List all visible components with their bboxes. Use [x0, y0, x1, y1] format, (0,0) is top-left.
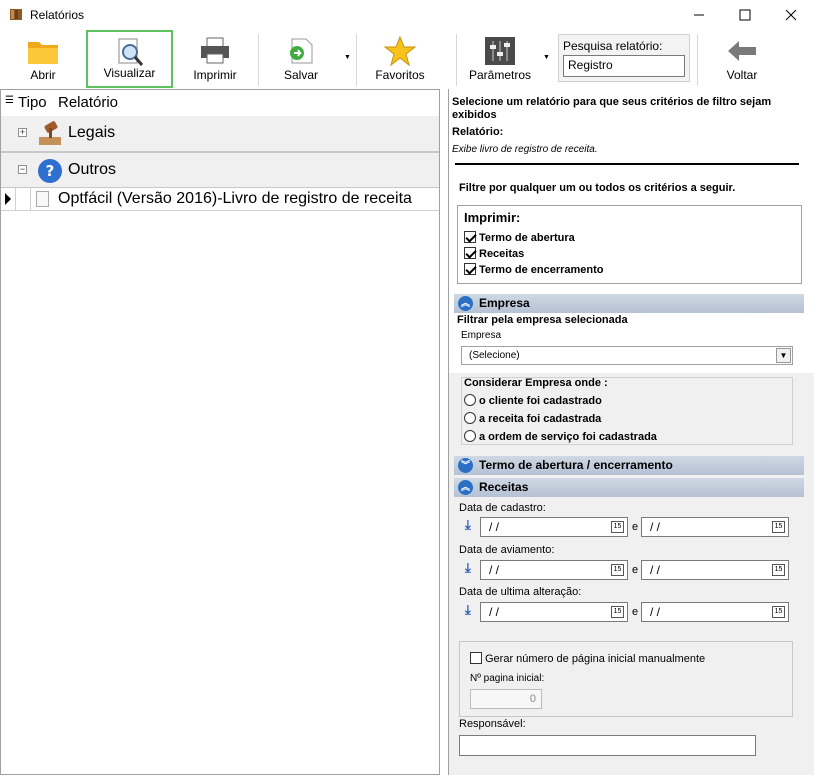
criteria-panel: Selecione um relatório para que seus cri…	[448, 89, 814, 775]
radio-receita[interactable]: a receita foi cadastrada	[464, 412, 601, 425]
responsavel-input[interactable]	[459, 735, 756, 756]
checkbox-termo-encerramento[interactable]: Termo de encerramento	[464, 263, 604, 276]
empresa-select[interactable]: (Selecione) ▼	[461, 346, 793, 365]
down-arrow-icon[interactable]: ⤓	[465, 560, 479, 576]
search-box: Pesquisa relatório: Registro	[558, 34, 690, 82]
params-button[interactable]: Parâmetros	[460, 30, 540, 88]
chevron-down-icon: ▼	[776, 348, 791, 363]
collapse-chevron-icon: ︽	[458, 480, 473, 495]
section-empresa[interactable]: ︽ Empresa	[454, 294, 804, 313]
date-alteracao-from[interactable]: / /15	[480, 602, 628, 622]
gen-page-checkbox[interactable]: Gerar número de página inicial manualmen…	[470, 652, 705, 665]
report-info: Selecione um relatório para que seus cri…	[449, 89, 814, 173]
close-icon	[785, 9, 797, 21]
row-pointer-icon	[5, 193, 11, 205]
document-icon	[36, 191, 49, 207]
date-alteracao-to[interactable]: / /15	[641, 602, 789, 622]
print-options: Imprimir: Termo de abertura Receitas Ter…	[457, 205, 802, 284]
tree-header: ☰ Tipo Relatório	[1, 90, 439, 116]
expand-icon[interactable]: +	[18, 128, 27, 137]
folder-icon	[28, 42, 58, 64]
down-arrow-icon[interactable]: ⤓	[465, 517, 479, 533]
col-tipo[interactable]: Tipo	[18, 94, 47, 111]
favorites-button[interactable]: Favoritos	[360, 30, 440, 88]
calendar-icon: 15	[611, 521, 624, 533]
table-row[interactable]: Optfácil (Versão 2016)-Livro de registro…	[1, 187, 439, 211]
title-bar: Relatórios	[0, 0, 814, 30]
date-cadastro-from[interactable]: / /15	[480, 517, 628, 537]
calendar-icon: 15	[772, 564, 785, 576]
close-button[interactable]	[768, 0, 814, 30]
maximize-button[interactable]	[722, 0, 768, 30]
date-cadastro-to[interactable]: / /15	[641, 517, 789, 537]
calendar-icon: 15	[772, 521, 785, 533]
params-dropdown-icon[interactable]: ▼	[543, 54, 550, 61]
save-dropdown-icon[interactable]: ▼	[344, 54, 351, 61]
open-button[interactable]: Abrir	[2, 30, 84, 88]
save-page-icon	[290, 38, 313, 64]
radio-ordem[interactable]: a ordem de serviço foi cadastrada	[464, 430, 657, 443]
section-termo[interactable]: ︾ Termo de abertura / encerramento	[454, 456, 804, 475]
minimize-icon	[694, 14, 704, 16]
list-icon: ☰	[5, 95, 14, 106]
col-relatorio[interactable]: Relatório	[58, 94, 118, 111]
group-legais[interactable]: + Legais	[1, 116, 439, 152]
save-button[interactable]: Salvar	[262, 30, 340, 88]
section-receitas[interactable]: ︽ Receitas	[454, 478, 804, 497]
calendar-icon: 15	[611, 606, 624, 618]
page-number-group: Gerar número de página inicial manualmen…	[459, 641, 793, 717]
collapse-chevron-icon: ︽	[458, 296, 473, 311]
back-button[interactable]: Voltar	[702, 30, 782, 88]
print-button[interactable]: Imprimir	[175, 30, 255, 88]
down-arrow-icon[interactable]: ⤓	[465, 602, 479, 618]
magnifier-document-icon	[118, 38, 143, 66]
maximize-icon	[739, 9, 751, 21]
toolbar: Abrir Visualizar Imprimir Salvar ▼ Favor…	[0, 30, 814, 88]
expand-chevron-icon: ︾	[458, 458, 473, 473]
collapse-icon[interactable]: −	[18, 165, 27, 174]
window-title: Relatórios	[30, 8, 85, 22]
calendar-icon: 15	[611, 564, 624, 576]
svg-text:?: ?	[46, 162, 55, 180]
date-aviamento-to[interactable]: / /15	[641, 560, 789, 580]
view-button[interactable]: Visualizar	[86, 30, 173, 88]
checkbox-receitas[interactable]: Receitas	[464, 247, 524, 260]
star-icon	[383, 35, 417, 67]
search-input[interactable]: Registro	[563, 55, 685, 77]
back-arrow-icon	[728, 41, 756, 61]
minimize-button[interactable]	[676, 0, 722, 30]
page-number-input[interactable]: 0	[470, 689, 542, 709]
group-outros[interactable]: − ? Outros	[1, 152, 439, 188]
checkbox-termo-abertura[interactable]: Termo de abertura	[464, 231, 575, 244]
radio-cliente[interactable]: o cliente foi cadastrado	[464, 394, 602, 407]
help-icon: ?	[38, 159, 62, 183]
gavel-icon	[39, 121, 61, 145]
date-aviamento-from[interactable]: / /15	[480, 560, 628, 580]
sliders-icon	[485, 37, 515, 65]
considerar-group: Considerar Empresa onde : o cliente foi …	[461, 377, 793, 445]
calendar-icon: 15	[772, 606, 785, 618]
books-icon	[10, 9, 22, 20]
printer-icon	[201, 37, 229, 64]
report-tree[interactable]: ☰ Tipo Relatório + Legais − ? Outros Opt…	[0, 89, 440, 775]
